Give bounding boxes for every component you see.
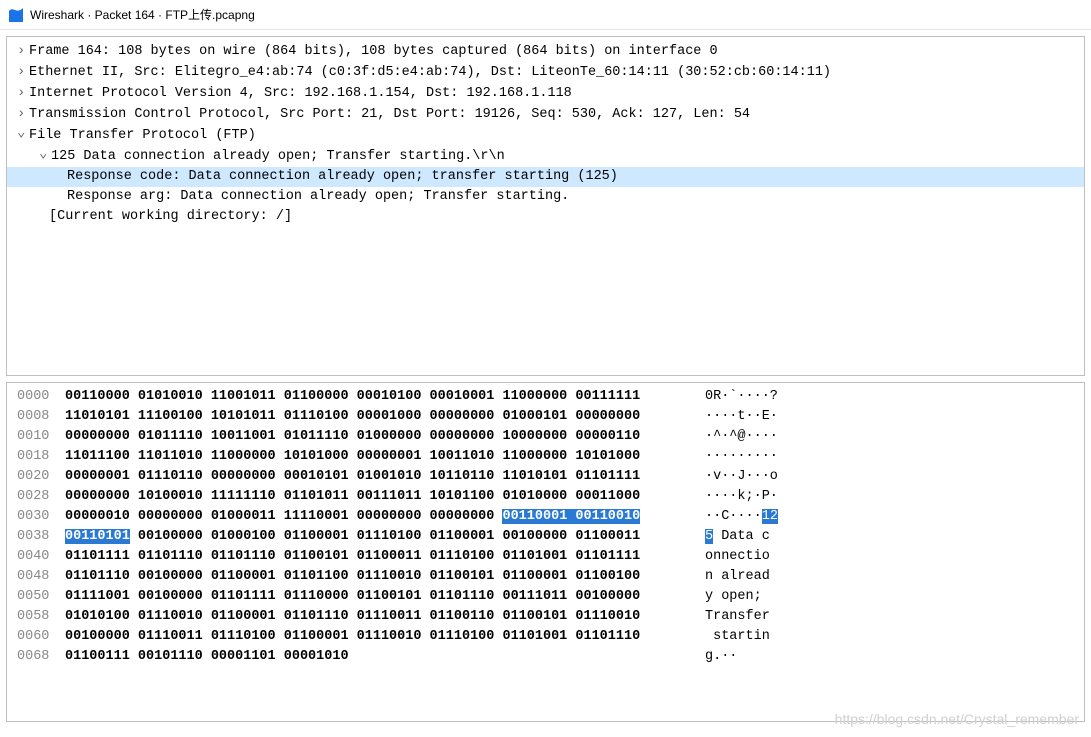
hex-row[interactable]: 004001101111 01101110 01101110 01100101 … <box>7 547 1084 567</box>
hex-ascii[interactable]: ·^·^@···· <box>705 427 778 447</box>
hex-offset: 0040 <box>17 547 65 567</box>
collapse-caret-icon[interactable] <box>39 146 51 167</box>
tree-text: Frame 164: 108 bytes on wire (864 bits),… <box>29 44 718 59</box>
hex-offset: 0050 <box>17 587 65 607</box>
tree-response-arg[interactable]: Response arg: Data connection already op… <box>7 187 1084 207</box>
expand-caret-icon[interactable] <box>17 62 29 83</box>
hex-ascii[interactable]: Transfer <box>705 607 770 627</box>
hex-offset: 0008 <box>17 407 65 427</box>
hex-offset: 0018 <box>17 447 65 467</box>
hex-bits[interactable]: 00000001 01110110 00000000 00010101 0100… <box>65 467 705 487</box>
hex-bits[interactable]: 11011100 11011010 11000000 10101000 0000… <box>65 447 705 467</box>
hex-bits[interactable]: 00000000 10100010 11111110 01101011 0011… <box>65 487 705 507</box>
hex-bits[interactable]: 01101111 01101110 01101110 01100101 0110… <box>65 547 705 567</box>
expand-caret-icon[interactable] <box>17 41 29 62</box>
hex-row[interactable]: 000000110000 01010010 11001011 01100000 … <box>7 387 1084 407</box>
window-title: Wireshark · Packet 164 · FTP上传.pcapng <box>30 6 255 23</box>
hex-bits[interactable]: 01010100 01110010 01100001 01101110 0111… <box>65 607 705 627</box>
tree-cwd[interactable]: [Current working directory: /] <box>7 207 1084 227</box>
hex-row[interactable]: 004801101110 00100000 01100001 01101100 … <box>7 567 1084 587</box>
hex-offset: 0068 <box>17 647 65 667</box>
tree-text: Response code: Data connection already o… <box>67 169 618 184</box>
hex-bits[interactable]: 01111001 00100000 01101111 01110000 0110… <box>65 587 705 607</box>
hex-bits[interactable]: 00100000 01110011 01110100 01100001 0111… <box>65 627 705 647</box>
tree-text: Response arg: Data connection already op… <box>67 189 569 204</box>
packet-details-pane[interactable]: Frame 164: 108 bytes on wire (864 bits),… <box>6 36 1085 376</box>
tree-ftp-line[interactable]: 125 Data connection already open; Transf… <box>7 146 1084 167</box>
hex-row[interactable]: 005801010100 01110010 01100001 01101110 … <box>7 607 1084 627</box>
hex-offset: 0058 <box>17 607 65 627</box>
hex-row[interactable]: 002800000000 10100010 11111110 01101011 … <box>7 487 1084 507</box>
tree-text: [Current working directory: /] <box>49 209 292 224</box>
hex-ascii[interactable]: 0R·`····? <box>705 387 778 407</box>
hex-bits[interactable]: 00000000 01011110 10011001 01011110 0100… <box>65 427 705 447</box>
hex-ascii[interactable]: 5 Data c <box>705 527 770 547</box>
hex-bits[interactable]: 00110101 00100000 01000100 01100001 0111… <box>65 527 705 547</box>
hex-bits[interactable]: 11010101 11100100 10101011 01110100 0000… <box>65 407 705 427</box>
hex-offset: 0048 <box>17 567 65 587</box>
hex-offset: 0030 <box>17 507 65 527</box>
hex-row[interactable]: 005001111001 00100000 01101111 01110000 … <box>7 587 1084 607</box>
expand-caret-icon[interactable] <box>17 104 29 125</box>
hex-ascii[interactable]: startin <box>705 627 770 647</box>
hex-ascii[interactable]: ····t··E· <box>705 407 778 427</box>
hex-row[interactable]: 003000000010 00000000 01000011 11110001 … <box>7 507 1084 527</box>
hex-row[interactable]: 006801100111 00101110 00001101 00001010g… <box>7 647 1084 667</box>
hex-row[interactable]: 001000000000 01011110 10011001 01011110 … <box>7 427 1084 447</box>
hex-ascii[interactable]: n alread <box>705 567 770 587</box>
tree-response-code[interactable]: Response code: Data connection already o… <box>7 167 1084 187</box>
wireshark-fin-icon <box>8 7 24 23</box>
hex-bits[interactable]: 01101110 00100000 01100001 01101100 0111… <box>65 567 705 587</box>
tree-ftp[interactable]: File Transfer Protocol (FTP) <box>7 125 1084 146</box>
tree-text: Internet Protocol Version 4, Src: 192.16… <box>29 86 572 101</box>
hex-ascii[interactable]: g.·· <box>705 647 737 667</box>
hex-ascii[interactable]: y open; <box>705 587 770 607</box>
hex-ascii[interactable]: onnectio <box>705 547 770 567</box>
hex-bits[interactable]: 00000010 00000000 01000011 11110001 0000… <box>65 507 705 527</box>
tree-frame[interactable]: Frame 164: 108 bytes on wire (864 bits),… <box>7 41 1084 62</box>
tree-text: File Transfer Protocol (FTP) <box>29 128 256 143</box>
hex-offset: 0060 <box>17 627 65 647</box>
hex-row[interactable]: 001811011100 11011010 11000000 10101000 … <box>7 447 1084 467</box>
tree-text: Ethernet II, Src: Elitegro_e4:ab:74 (c0:… <box>29 65 831 80</box>
hex-bits[interactable]: 01100111 00101110 00001101 00001010 <box>65 647 705 667</box>
hex-offset: 0010 <box>17 427 65 447</box>
tree-ethernet[interactable]: Ethernet II, Src: Elitegro_e4:ab:74 (c0:… <box>7 62 1084 83</box>
hex-row[interactable]: 002000000001 01110110 00000000 00010101 … <box>7 467 1084 487</box>
hex-offset: 0028 <box>17 487 65 507</box>
hex-ascii[interactable]: ··C····12 <box>705 507 778 527</box>
hex-row[interactable]: 003800110101 00100000 01000100 01100001 … <box>7 527 1084 547</box>
hex-ascii[interactable]: ········· <box>705 447 778 467</box>
packet-bytes-pane[interactable]: 000000110000 01010010 11001011 01100000 … <box>6 382 1085 722</box>
tree-text: Transmission Control Protocol, Src Port:… <box>29 107 750 122</box>
tree-tcp[interactable]: Transmission Control Protocol, Src Port:… <box>7 104 1084 125</box>
hex-offset: 0000 <box>17 387 65 407</box>
titlebar: Wireshark · Packet 164 · FTP上传.pcapng <box>0 0 1091 30</box>
hex-offset: 0020 <box>17 467 65 487</box>
hex-ascii[interactable]: ····k;·P· <box>705 487 778 507</box>
hex-ascii[interactable]: ·v··J···o <box>705 467 778 487</box>
collapse-caret-icon[interactable] <box>17 125 29 146</box>
tree-ipv4[interactable]: Internet Protocol Version 4, Src: 192.16… <box>7 83 1084 104</box>
tree-text: 125 Data connection already open; Transf… <box>51 149 505 164</box>
hex-offset: 0038 <box>17 527 65 547</box>
hex-row[interactable]: 000811010101 11100100 10101011 01110100 … <box>7 407 1084 427</box>
hex-bits[interactable]: 00110000 01010010 11001011 01100000 0001… <box>65 387 705 407</box>
hex-row[interactable]: 006000100000 01110011 01110100 01100001 … <box>7 627 1084 647</box>
expand-caret-icon[interactable] <box>17 83 29 104</box>
